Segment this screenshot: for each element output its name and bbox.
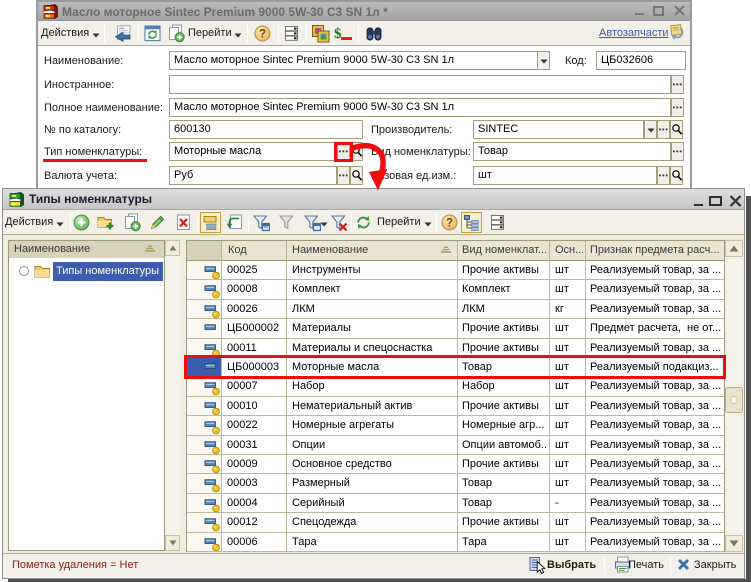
svg-text:?: ?	[446, 218, 453, 230]
svg-text:$: $	[334, 26, 342, 42]
svg-text:?: ?	[259, 29, 266, 41]
